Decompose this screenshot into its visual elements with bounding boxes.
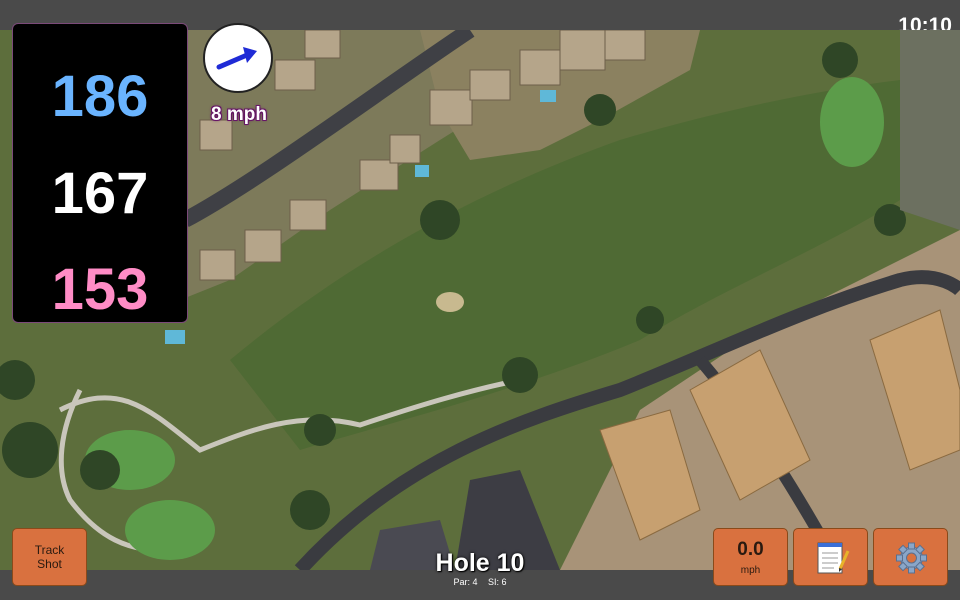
track-shot-label-line2: Shot: [37, 557, 62, 571]
back-yardage: 186: [51, 64, 149, 129]
hole-info: Par: 4 SI: 6: [380, 577, 580, 587]
hole-par: Par: 4: [453, 577, 478, 587]
speed-unit: mph: [740, 565, 761, 576]
notes-button[interactable]: [793, 528, 868, 586]
speed-value: 0.0: [737, 539, 764, 560]
settings-button[interactable]: [873, 528, 948, 586]
wind-arrow-icon: [216, 47, 257, 70]
track-shot-label-line1: Track: [34, 543, 65, 557]
yardage-panel: 186 167 153: [12, 23, 188, 323]
track-shot-button[interactable]: Track Shot: [12, 528, 87, 586]
wind-indicator: [203, 23, 273, 93]
front-yardage: 153: [51, 257, 149, 322]
hole-title: Hole 10: [435, 549, 525, 577]
wind-speed: 8 mph: [211, 104, 267, 125]
notepad-icon: [817, 542, 850, 574]
speed-button[interactable]: 0.0 mph: [713, 528, 788, 586]
middle-yardage: 167: [51, 161, 149, 226]
gear-icon: [896, 542, 927, 574]
hole-stroke-index: SI: 6: [488, 577, 507, 587]
